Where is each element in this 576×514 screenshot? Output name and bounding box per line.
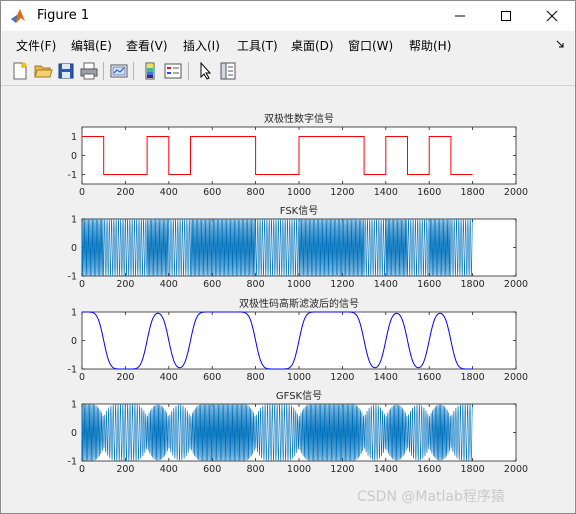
x-tick-label: 600: [203, 279, 221, 290]
x-tick-label: 400: [160, 372, 178, 383]
x-tick-label: 1200: [330, 279, 354, 290]
x-tick-label: 400: [160, 279, 178, 290]
x-tick-label: 1400: [374, 187, 398, 198]
x-tick-label: 1600: [417, 464, 441, 475]
y-tick-label: -1: [68, 457, 77, 468]
link-plot-icon[interactable]: [109, 61, 129, 81]
legend-icon[interactable]: [163, 61, 183, 81]
open-file-icon[interactable]: [33, 61, 53, 81]
print-icon[interactable]: [79, 61, 99, 81]
window-title: Figure 1: [37, 8, 90, 23]
x-tick-label: 200: [116, 279, 134, 290]
x-tick-label: 1800: [461, 372, 485, 383]
subplot-title: 双极性码高斯滤波后的信号: [239, 297, 359, 310]
x-tick-label: 800: [247, 372, 265, 383]
x-tick-label: 1200: [330, 187, 354, 198]
x-tick-label: 600: [203, 464, 221, 475]
x-tick-label: 0: [79, 464, 85, 475]
x-tick-label: 1400: [374, 464, 398, 475]
toolbar: [1, 57, 575, 86]
new-figure-icon[interactable]: [10, 61, 30, 81]
plot-area[interactable]: 双极性数字信号0 200 400 600 800 1000 1200 1400 1600 1800…: [9, 93, 568, 507]
x-tick-label: 400: [160, 187, 178, 198]
x-tick-label: 200: [116, 187, 134, 198]
x-tick-label: 1000: [287, 372, 311, 383]
property-editor-icon[interactable]: [218, 61, 238, 81]
matlab-logo-icon: [11, 9, 25, 23]
x-tick-label: 1800: [461, 187, 485, 198]
save-icon[interactable]: [56, 61, 76, 81]
y-tick-label: 0: [71, 243, 77, 254]
y-tick-label: -1: [68, 170, 77, 181]
x-tick-label: 1400: [374, 372, 398, 383]
x-tick-label: 2000: [504, 372, 528, 383]
y-tick-label: -1: [68, 365, 77, 376]
menu-view[interactable]: 查看(V): [126, 37, 168, 54]
x-tick-label: 0: [79, 372, 85, 383]
x-tick-label: 1600: [417, 372, 441, 383]
x-tick-label: 1200: [330, 464, 354, 475]
menu-window[interactable]: 窗口(W): [348, 37, 393, 54]
x-tick-label: 200: [116, 372, 134, 383]
x-tick-label: 1400: [374, 279, 398, 290]
x-tick-label: 800: [247, 279, 265, 290]
subplot-title: GFSK信号: [276, 390, 322, 402]
subplot-4: GFSK信号 0 200 400 600 800 1000 1200 1400 1600 1800 2…: [68, 390, 529, 475]
dock-arrow-icon[interactable]: [556, 40, 565, 49]
subplot-2: FSK信号 0 200 400 600 800 1000 1200 1400 1600 1800 20…: [68, 205, 529, 290]
x-tick-label: 800: [247, 464, 265, 475]
close-icon: [546, 10, 558, 22]
menu-edit[interactable]: 编辑(E): [71, 37, 112, 54]
y-tick-label: 1: [71, 308, 77, 319]
minimize-button[interactable]: [437, 1, 483, 31]
x-tick-label: 1000: [287, 187, 311, 198]
maximize-icon: [501, 11, 511, 21]
subplot-1: 双极性数字信号 0 200 400 600 800 1000 1200 1400 1600 1800…: [68, 112, 529, 198]
minimize-icon: [455, 15, 465, 17]
x-tick-label: 600: [203, 187, 221, 198]
y-tick-label: 1: [71, 215, 77, 226]
subplot-title: 双极性数字信号: [264, 112, 334, 125]
watermark: CSDN @Matlab程序猿: [357, 489, 505, 505]
y-tick-label: 0: [71, 336, 77, 347]
menu-bar: 文件(F) 编辑(E) 查看(V) 插入(I) 工具(T) 桌面(D) 窗口(W…: [1, 32, 575, 56]
y-tick-label: 0: [71, 151, 77, 162]
y-tick-label: 1: [71, 132, 77, 143]
menu-insert[interactable]: 插入(I): [183, 37, 220, 54]
x-tick-label: 1800: [461, 464, 485, 475]
menu-help[interactable]: 帮助(H): [409, 37, 451, 54]
y-tick-label: 1: [71, 400, 77, 411]
x-tick-label: 0: [79, 279, 85, 290]
x-tick-label: 600: [203, 372, 221, 383]
toolbar-separator: [133, 62, 134, 80]
x-tick-label: 2000: [504, 187, 528, 198]
title-bar[interactable]: Figure 1: [1, 1, 575, 31]
toolbar-separator: [188, 62, 189, 80]
subplot-title: FSK信号: [280, 205, 318, 217]
x-tick-label: 1200: [330, 372, 354, 383]
menu-desktop[interactable]: 桌面(D): [291, 37, 334, 54]
colorbar-icon[interactable]: [140, 61, 160, 81]
x-tick-label: 1800: [461, 279, 485, 290]
x-tick-label: 2000: [504, 464, 528, 475]
x-tick-label: 1600: [417, 187, 441, 198]
x-tick-label: 800: [247, 187, 265, 198]
x-tick-label: 1600: [417, 279, 441, 290]
x-tick-label: 1000: [287, 464, 311, 475]
figure-window: Figure 1 文件(F) 编辑(E) 查看(V) 插入(I) 工具(T) 桌…: [0, 0, 576, 514]
pointer-icon[interactable]: [195, 61, 215, 81]
maximize-button[interactable]: [483, 1, 529, 31]
close-button[interactable]: [529, 1, 575, 31]
x-tick-label: 0: [79, 187, 85, 198]
y-tick-label: -1: [68, 272, 77, 283]
y-tick-label: 0: [71, 428, 77, 439]
x-tick-label: 2000: [504, 279, 528, 290]
x-tick-label: 400: [160, 464, 178, 475]
subplot-3: 双极性码高斯滤波后的信号 0 200 400 600 800 1000 1200 1400 160…: [68, 297, 529, 383]
menu-tools[interactable]: 工具(T): [237, 37, 278, 54]
x-tick-label: 200: [116, 464, 134, 475]
toolbar-separator: [103, 62, 104, 80]
menu-file[interactable]: 文件(F): [16, 37, 56, 54]
x-tick-label: 1000: [287, 279, 311, 290]
